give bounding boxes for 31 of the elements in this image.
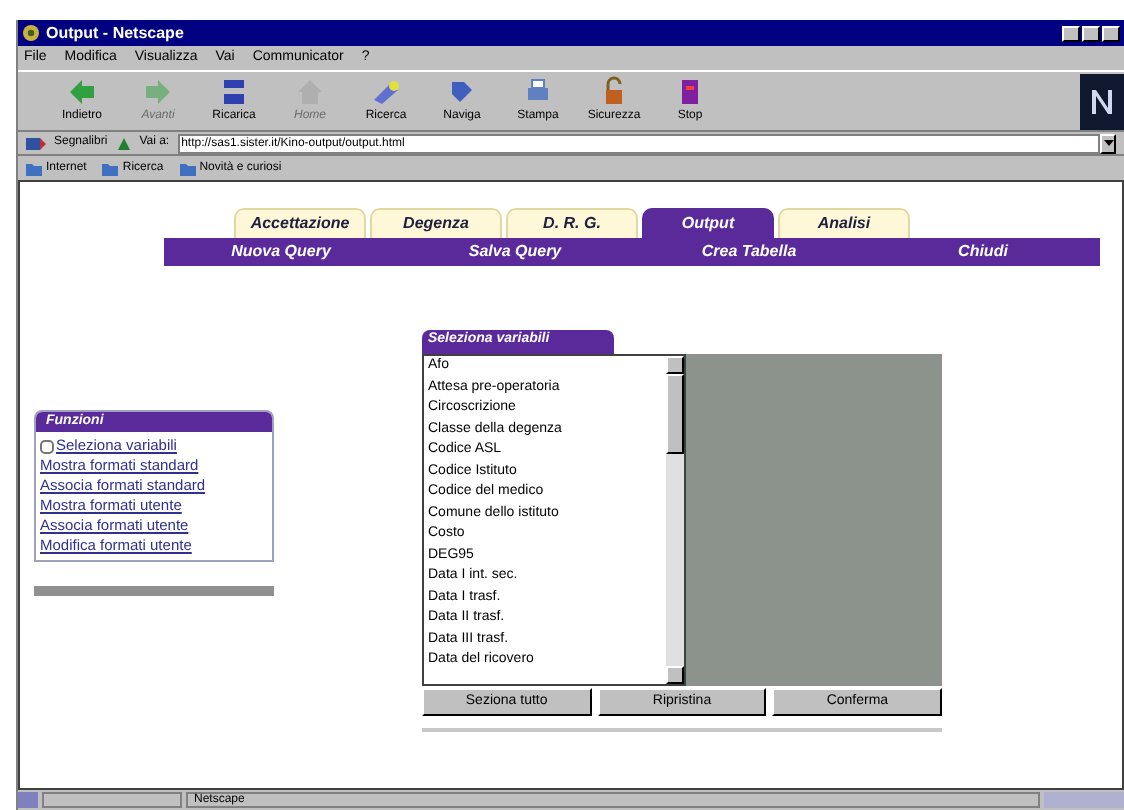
dropdown-button[interactable] — [1100, 133, 1116, 153]
scroll-thumb[interactable] — [666, 374, 684, 454]
reload-icon — [218, 76, 250, 108]
close-button[interactable] — [1102, 25, 1120, 41]
tab[interactable]: Analisi — [778, 208, 910, 238]
bookmark-icon — [26, 135, 46, 151]
scrollbar[interactable] — [666, 356, 684, 684]
folder-icon — [26, 161, 42, 175]
search-icon — [370, 76, 402, 108]
tab[interactable]: Accettazione — [234, 208, 366, 238]
nav-link[interactable]: Nuova Query — [231, 240, 331, 264]
window-title: Output - Netscape — [46, 21, 186, 45]
tab[interactable]: Output — [642, 208, 774, 238]
folder-icon — [179, 161, 196, 175]
minimize-button[interactable] — [1062, 25, 1080, 41]
throbber-icon — [1088, 87, 1116, 115]
folder-icon — [102, 161, 119, 175]
checkbox[interactable] — [40, 439, 54, 453]
forward-arrow-icon — [142, 76, 174, 108]
scroll-down-button[interactable] — [666, 666, 684, 684]
nav-link[interactable]: Salva Query — [468, 240, 562, 264]
tab[interactable]: D. R. G. — [506, 208, 638, 238]
back-arrow-icon — [66, 76, 98, 108]
maximize-button[interactable] — [1082, 25, 1100, 41]
nav-link[interactable]: Chiudi — [958, 240, 1008, 264]
scroll-up-button[interactable] — [666, 356, 684, 374]
app-icon — [22, 24, 40, 42]
tab[interactable]: Degenza — [370, 208, 502, 238]
caret-icon — [1103, 140, 1113, 146]
nav-link[interactable]: Crea Tabella — [701, 240, 797, 264]
location-icon — [115, 135, 132, 151]
